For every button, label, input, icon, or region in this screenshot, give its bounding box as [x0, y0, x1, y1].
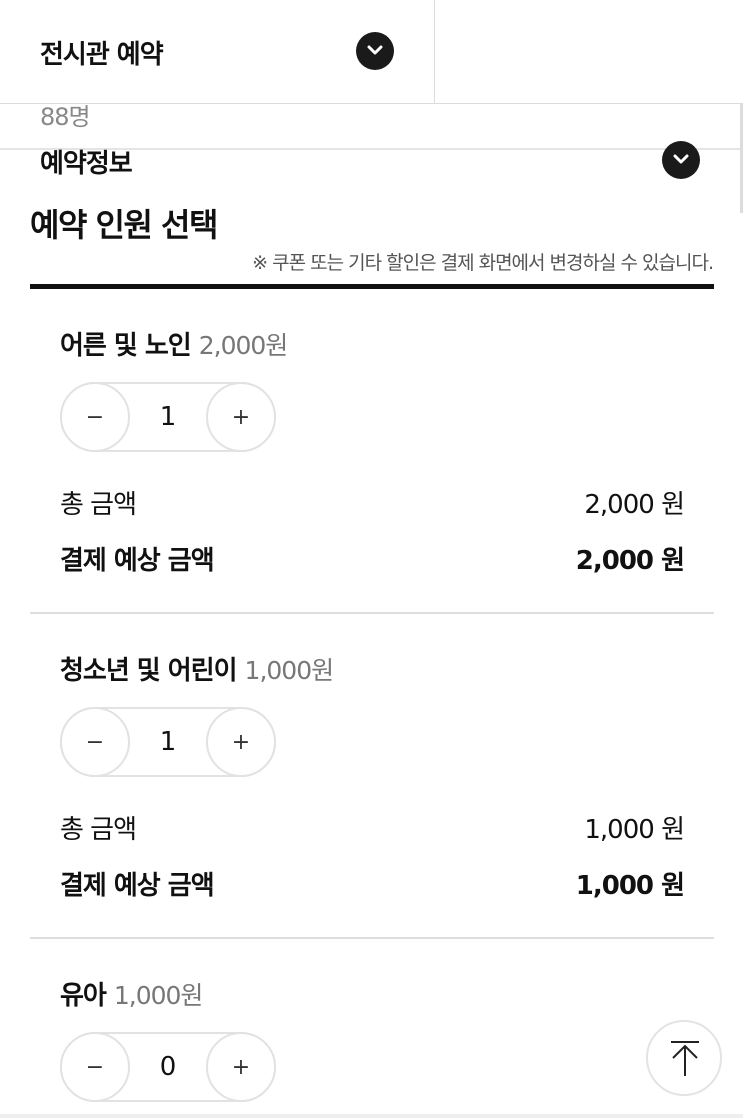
visitor-count-peek: 88명	[40, 103, 91, 131]
ticket-group-infant: 유아 1,000원 − 0 +	[30, 939, 714, 1118]
increase-button[interactable]: +	[206, 382, 276, 452]
group-name: 어른 및 노인 2,000원	[60, 325, 289, 362]
tab-exhibition-reservation[interactable]: 전시관 예약	[0, 0, 435, 103]
reservation-info-panel[interactable]: 88명 예약정보	[0, 103, 743, 213]
quantity-value: 1	[159, 402, 177, 432]
chevron-down-icon[interactable]	[356, 32, 394, 70]
total-amount-label: 총 금액	[60, 815, 137, 845]
quantity-value: 1	[159, 727, 177, 757]
total-amount-value: 1,000 원	[584, 815, 685, 845]
decrease-button[interactable]: −	[60, 382, 130, 452]
ticket-group-youth: 청소년 및 어린이 1,000원 − 1 + 총 금액 1,000 원 결제 예상…	[30, 614, 714, 939]
ticket-group-adult: 어른 및 노인 2,000원 − 1 + 총 금액 2,000 원 결제 예상 금…	[30, 289, 714, 614]
group-price: 1,000원	[113, 981, 204, 1010]
tab-exhibition-title: 전시관 예약	[40, 40, 164, 70]
section-title: 예약 인원 선택	[30, 206, 218, 244]
quantity-value: 0	[159, 1052, 177, 1082]
decrease-button[interactable]: −	[60, 707, 130, 777]
chevron-down-icon[interactable]	[662, 141, 700, 179]
expected-amount-value: 1,000 원	[575, 871, 685, 901]
scroll-to-top-button[interactable]	[646, 1020, 722, 1096]
discount-note: ※ 쿠폰 또는 기타 할인은 결제 화면에서 변경하실 수 있습니다.	[252, 252, 714, 274]
increase-button[interactable]: +	[206, 707, 276, 777]
bottom-edge	[0, 1114, 743, 1118]
total-amount-label: 총 금액	[60, 490, 137, 520]
reservation-info-title: 예약정보	[40, 149, 133, 179]
group-price: 1,000원	[244, 656, 335, 685]
group-name-label: 어른 및 노인	[60, 331, 192, 361]
group-name: 유아 1,000원	[60, 975, 204, 1012]
top-tab-bar: 전시관 예약	[0, 0, 743, 104]
group-name: 청소년 및 어린이 1,000원	[60, 650, 335, 687]
quantity-stepper: − 0 +	[60, 1032, 276, 1102]
group-name-label: 청소년 및 어린이	[60, 656, 238, 686]
total-amount-value: 2,000 원	[584, 490, 685, 520]
group-price: 2,000원	[198, 331, 289, 360]
expected-amount-label: 결제 예상 금액	[60, 871, 215, 901]
increase-button[interactable]: +	[206, 1032, 276, 1102]
quantity-stepper: − 1 +	[60, 382, 276, 452]
arrow-up-icon	[671, 1041, 699, 1076]
decrease-button[interactable]: −	[60, 1032, 130, 1102]
group-name-label: 유아	[60, 981, 107, 1011]
expected-amount-value: 2,000 원	[575, 546, 685, 576]
expected-amount-label: 결제 예상 금액	[60, 546, 215, 576]
quantity-stepper: − 1 +	[60, 707, 276, 777]
